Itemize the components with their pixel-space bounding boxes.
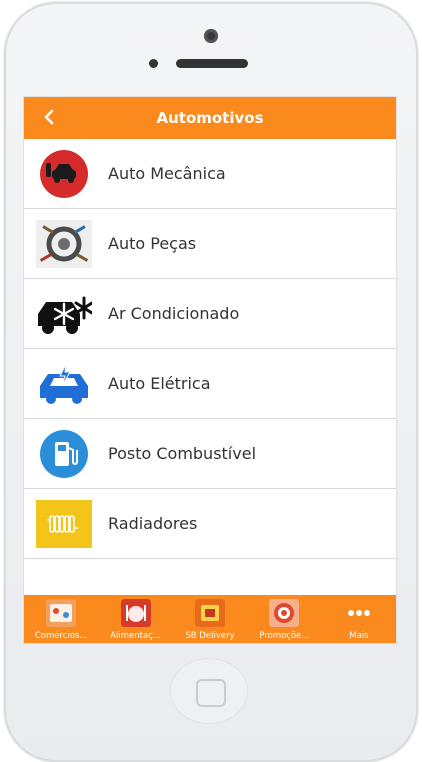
tab-comercios[interactable]: Comércios... [24,595,98,643]
list-item[interactable]: Ar Condicionado [24,279,396,349]
list-item-label: Auto Mecânica [108,164,226,183]
list-item-label: Auto Elétrica [108,374,211,393]
speaker-slot [176,59,248,68]
promotions-icon [269,599,300,627]
home-button[interactable] [170,658,248,724]
app-screen: Automotivos Auto Mecânica Auto Peças Ar … [24,97,396,643]
page-title: Automotivos [156,109,264,127]
tab-mais[interactable]: Mais [322,595,396,643]
electric-car-icon [40,363,88,404]
category-list: Auto Mecânica Auto Peças Ar Condicionado… [24,139,396,559]
list-item[interactable]: Auto Mecânica [24,139,396,209]
tab-label: SB Delivery [185,631,235,641]
tab-bar: Comércios... Alimentaç... SB Delivery Pr… [24,595,396,643]
list-item[interactable]: Radiadores [24,489,396,559]
tab-label: Alimentaç... [110,631,161,641]
tab-label: Mais [349,631,369,641]
list-item-label: Ar Condicionado [108,304,240,323]
list-item-label: Radiadores [108,514,198,533]
tab-sb-delivery[interactable]: SB Delivery [173,595,247,643]
list-item[interactable]: Auto Peças [24,209,396,279]
nav-bar: Automotivos [24,97,396,139]
radiator-icon [36,500,92,548]
list-item[interactable]: Auto Elétrica [24,349,396,419]
auto-parts-icon [36,220,92,268]
list-item[interactable]: Posto Combustível [24,419,396,489]
home-square-icon [196,679,226,707]
fuel-pump-icon [40,430,88,478]
sensor-dot [149,59,158,68]
tab-alimentacao[interactable]: Alimentaç... [98,595,172,643]
list-item-label: Posto Combustível [108,444,257,463]
delivery-icon [195,599,226,627]
food-icon [120,599,151,627]
shops-icon [46,599,77,627]
list-item-label: Auto Peças [108,234,197,253]
camera-dot [204,29,218,43]
tab-label: Promoçõe... [259,631,310,641]
mechanic-car-icon [40,150,88,198]
air-conditioning-icon [38,296,92,334]
tab-promocoes[interactable]: Promoçõe... [247,595,321,643]
tab-label: Comércios... [34,631,88,641]
more-dots-icon [347,610,370,616]
